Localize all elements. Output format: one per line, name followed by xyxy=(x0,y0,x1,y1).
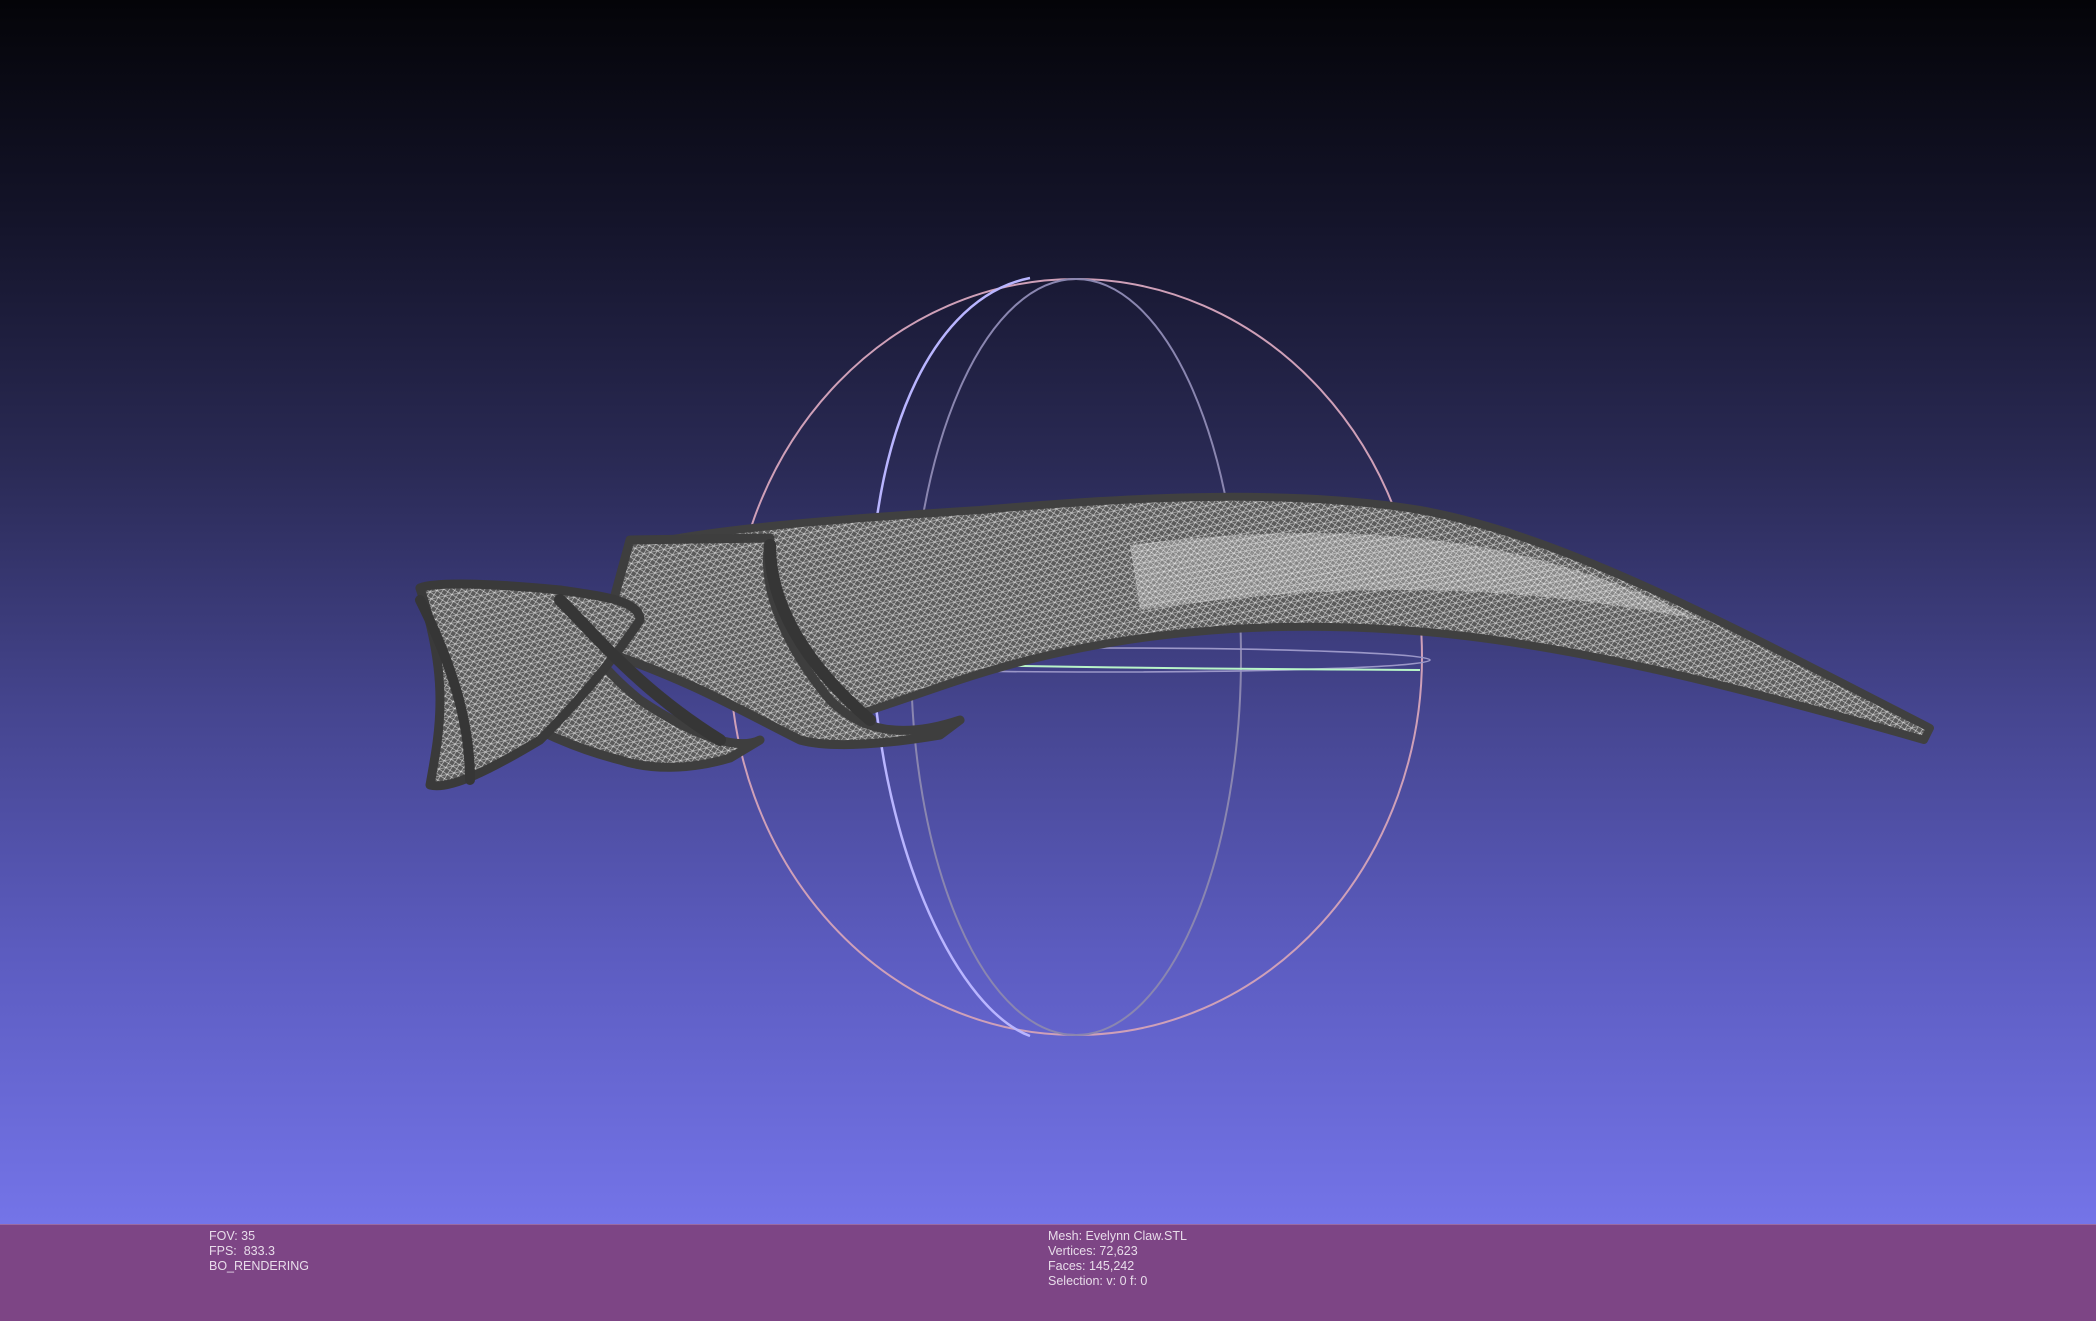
mesh-name-label: Mesh: Evelynn Claw.STL xyxy=(1048,1229,1187,1243)
fps-label: FPS: 833.3 xyxy=(209,1244,276,1258)
selection-label: Selection: v: 0 f: 0 xyxy=(1048,1274,1148,1288)
mesh-scene[interactable] xyxy=(0,0,2096,1224)
render-info: FOV: 35 FPS: 833.3 BO_RENDERING xyxy=(209,1229,309,1274)
mesh-info: Mesh: Evelynn Claw.STL Vertices: 72,623 … xyxy=(1048,1229,1187,1289)
fov-label: FOV: 35 xyxy=(209,1229,256,1243)
rendering-mode-label: BO_RENDERING xyxy=(209,1259,310,1273)
claw-mesh[interactable] xyxy=(415,492,1934,791)
faces-label: Faces: 145,242 xyxy=(1048,1259,1135,1273)
3d-viewport[interactable] xyxy=(0,0,2096,1224)
vertices-label: Vertices: 72,623 xyxy=(1048,1244,1138,1258)
info-bar: FOV: 35 FPS: 833.3 BO_RENDERING Mesh: Ev… xyxy=(0,1224,2096,1321)
